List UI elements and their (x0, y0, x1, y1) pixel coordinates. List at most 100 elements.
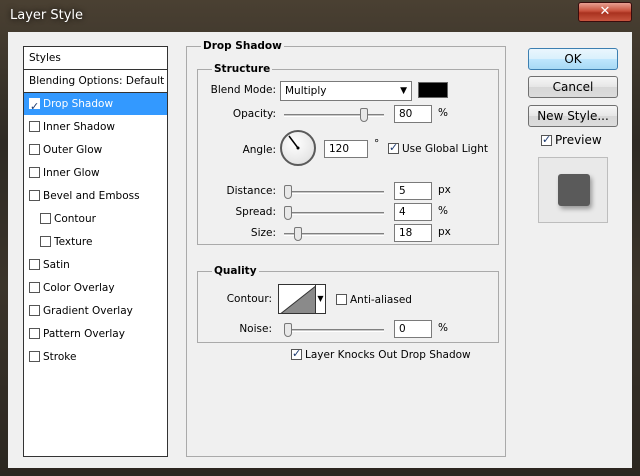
cancel-button[interactable]: Cancel (528, 76, 618, 98)
style-item-contour[interactable]: Contour (24, 208, 167, 230)
style-item-label: Inner Glow (43, 167, 100, 179)
anti-aliased-checkbox[interactable] (336, 294, 347, 305)
size-slider-thumb[interactable] (294, 227, 302, 241)
layer-knocks-out-checkbox[interactable] (291, 347, 302, 360)
size-field[interactable]: 18 (394, 224, 432, 242)
preview-label: Preview (555, 133, 602, 147)
anti-aliased-label: Anti-aliased (350, 294, 412, 306)
inner-glow-checkbox[interactable] (29, 167, 40, 178)
style-item-label: Contour (54, 213, 96, 225)
style-item-gradient-overlay[interactable]: Gradient Overlay (24, 300, 167, 322)
inner-shadow-checkbox[interactable] (29, 121, 40, 132)
style-item-color-overlay[interactable]: Color Overlay (24, 277, 167, 299)
opacity-slider-track[interactable] (284, 114, 384, 117)
distance-slider-track[interactable] (284, 191, 384, 194)
use-global-light-checkbox[interactable] (388, 141, 399, 154)
window-title: Layer Style (10, 8, 84, 23)
noise-slider-thumb[interactable] (284, 323, 292, 337)
noise-field[interactable]: 0 (394, 320, 432, 338)
use-global-light-label: Use Global Light (402, 143, 488, 155)
noise-slider-track[interactable] (284, 329, 384, 332)
anti-aliased-toggle[interactable]: Anti-aliased (336, 294, 412, 306)
structure-heading: Structure (212, 63, 273, 75)
style-item-label: Bevel and Emboss (43, 190, 140, 202)
spread-field[interactable]: 4 (394, 203, 432, 221)
preview-toggle[interactable]: Preview (541, 133, 602, 147)
style-item-label: Gradient Overlay (43, 305, 133, 317)
pattern-overlay-checkbox[interactable] (29, 328, 40, 339)
contour-picker[interactable] (278, 284, 316, 314)
styles-header[interactable]: Styles (24, 47, 167, 69)
structure-group: Structure Blend Mode: Multiply ▼ Opacity… (197, 63, 499, 245)
new-style-button[interactable]: New Style... (528, 105, 618, 127)
preview-checkbox[interactable] (541, 133, 552, 146)
opacity-field[interactable]: 80 (394, 105, 432, 123)
style-item-label: Color Overlay (43, 282, 115, 294)
spread-label: Spread: (235, 206, 276, 218)
size-label: Size: (250, 227, 276, 239)
noise-label: Noise: (239, 323, 272, 335)
drop-shadow-checkbox[interactable] (29, 96, 40, 118)
preview-thumbnail (558, 174, 590, 206)
angle-needle-icon (288, 135, 300, 150)
style-item-label: Texture (54, 236, 93, 248)
style-item-inner-shadow[interactable]: Inner Shadow (24, 116, 167, 138)
spread-slider-track[interactable] (284, 212, 384, 215)
angle-field[interactable]: 120 (324, 140, 368, 158)
style-item-label: Drop Shadow (43, 98, 114, 110)
outer-glow-checkbox[interactable] (29, 144, 40, 155)
noise-unit: % (438, 322, 448, 334)
degree-unit: ° (374, 138, 380, 150)
style-item-pattern-overlay[interactable]: Pattern Overlay (24, 323, 167, 345)
angle-dial[interactable] (280, 130, 316, 166)
blending-options-item[interactable]: Blending Options: Default (24, 70, 167, 92)
contour-checkbox[interactable] (40, 213, 51, 224)
angle-label: Angle: (242, 144, 276, 156)
style-item-drop-shadow[interactable]: Drop Shadow (24, 93, 167, 118)
quality-heading: Quality (212, 265, 259, 277)
styles-list: Styles Blending Options: Default Drop Sh… (23, 46, 168, 457)
distance-unit: px (438, 184, 451, 196)
chevron-down-icon: ▼ (400, 86, 407, 96)
style-item-outer-glow[interactable]: Outer Glow (24, 139, 167, 161)
color-overlay-checkbox[interactable] (29, 282, 40, 293)
style-item-label: Inner Shadow (43, 121, 115, 133)
style-item-inner-glow[interactable]: Inner Glow (24, 162, 167, 184)
style-item-texture[interactable]: Texture (24, 231, 167, 253)
contour-label: Contour: (226, 293, 272, 305)
blend-mode-label: Blend Mode: (210, 84, 276, 96)
opacity-slider-thumb[interactable] (360, 108, 368, 122)
texture-checkbox[interactable] (40, 236, 51, 247)
satin-checkbox[interactable] (29, 259, 40, 270)
use-global-light-toggle[interactable]: Use Global Light (388, 141, 488, 155)
style-item-bevel-emboss[interactable]: Bevel and Emboss (24, 185, 167, 207)
shadow-color-swatch[interactable] (418, 82, 448, 98)
opacity-unit: % (438, 107, 448, 119)
chevron-down-icon: ▼ (317, 294, 324, 303)
style-item-label: Pattern Overlay (43, 328, 125, 340)
title-bar[interactable]: Layer Style ✕ (0, 0, 640, 32)
ok-button[interactable]: OK (528, 48, 618, 70)
quality-group: Quality Contour: ▼ Anti-aliased Noise: 0… (197, 265, 499, 343)
size-unit: px (438, 226, 451, 238)
gradient-overlay-checkbox[interactable] (29, 305, 40, 316)
style-item-satin[interactable]: Satin (24, 254, 167, 276)
close-icon: ✕ (599, 4, 611, 19)
distance-slider-thumb[interactable] (284, 185, 292, 199)
stroke-checkbox[interactable] (29, 351, 40, 362)
style-item-label: Outer Glow (43, 144, 103, 156)
spread-unit: % (438, 205, 448, 217)
layer-knocks-out-label: Layer Knocks Out Drop Shadow (305, 349, 471, 361)
contour-curve-icon (280, 285, 315, 313)
distance-field[interactable]: 5 (394, 182, 432, 200)
style-item-stroke[interactable]: Stroke (24, 346, 167, 368)
layer-knocks-out-toggle[interactable]: Layer Knocks Out Drop Shadow (291, 347, 471, 361)
blend-mode-select[interactable]: Multiply ▼ (280, 81, 412, 101)
opacity-label: Opacity: (232, 108, 276, 120)
close-button[interactable]: ✕ (578, 2, 632, 22)
style-item-label: Stroke (43, 351, 77, 363)
spread-slider-thumb[interactable] (284, 206, 292, 220)
bevel-emboss-checkbox[interactable] (29, 190, 40, 201)
blend-mode-value: Multiply (285, 85, 327, 97)
contour-dropdown-button[interactable]: ▼ (316, 284, 326, 314)
